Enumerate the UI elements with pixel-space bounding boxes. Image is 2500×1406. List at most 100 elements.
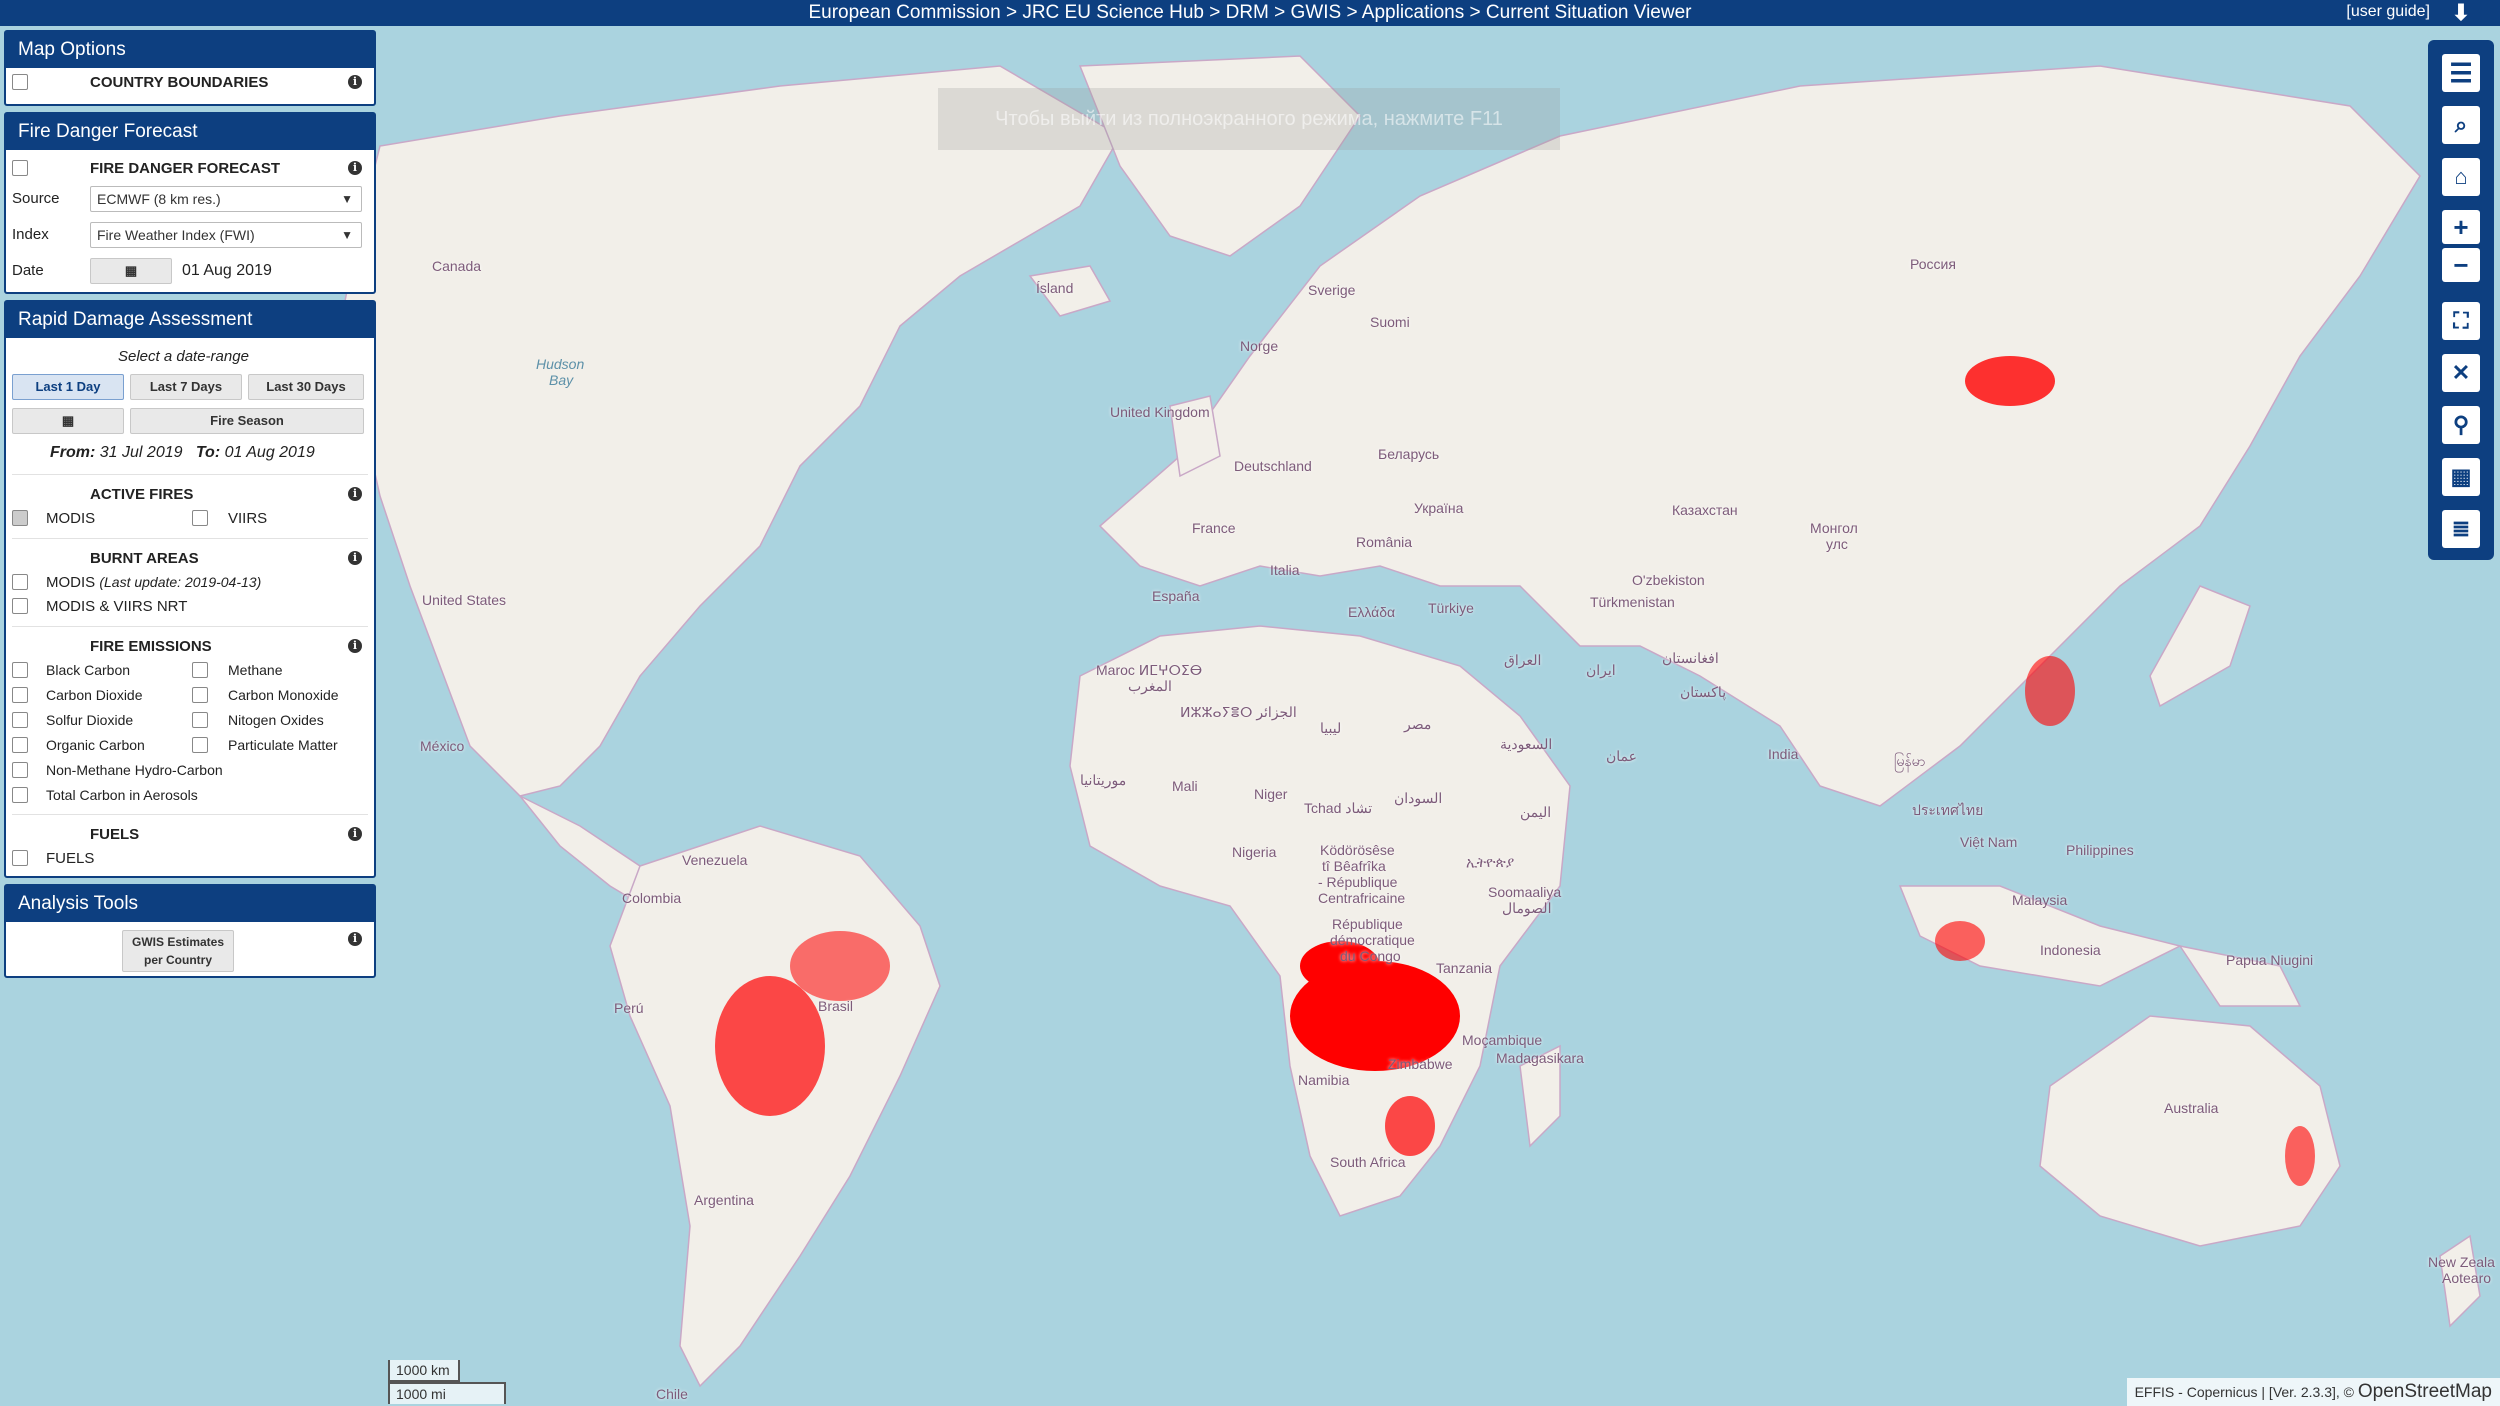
- label-india: India: [1768, 746, 1799, 762]
- zoom-in-icon[interactable]: +: [2442, 210, 2480, 244]
- date-range-picker-button[interactable]: ▦: [12, 408, 124, 434]
- label-united-states: United States: [422, 592, 507, 608]
- search-icon[interactable]: ⌕: [2442, 106, 2480, 144]
- fullscreen-exit-hint: Чтобы выйти из полноэкранного режима, на…: [938, 88, 1560, 150]
- label-mauritania: موريتانيا: [1080, 772, 1127, 788]
- menu-icon[interactable]: ☰: [2442, 54, 2480, 92]
- map-options-title[interactable]: Map Options: [6, 32, 374, 68]
- carbon-dioxide-checkbox[interactable]: [12, 687, 28, 703]
- label-uzbekistan: O'zbekiston: [1632, 572, 1705, 588]
- zoom-out-icon[interactable]: −: [2442, 248, 2480, 282]
- tca-checkbox[interactable]: [12, 787, 28, 803]
- grid-icon[interactable]: ▦: [2442, 458, 2480, 496]
- label-car-4: Centrafricaine: [1318, 890, 1406, 906]
- analysis-tools-panel: Analysis Tools GWIS Estimates per Countr…: [4, 884, 376, 978]
- download-arrow-icon[interactable]: ⬇: [2446, 0, 2476, 26]
- last-7-days-button[interactable]: Last 7 Days: [130, 374, 242, 400]
- label-yemen: اليمن: [1520, 804, 1552, 820]
- label-morocco-2: المغرب: [1128, 678, 1172, 694]
- breadcrumb[interactable]: European Commission > JRC EU Science Hub…: [0, 2, 2500, 24]
- label-ellada: Ελλάδα: [1348, 604, 1396, 620]
- tca-label: Total Carbon in Aerosols: [46, 787, 198, 803]
- fire-cluster-china: [2025, 656, 2075, 726]
- scale-km: 1000 km: [388, 1360, 460, 1382]
- top-bar: European Commission > JRC EU Science Hub…: [0, 0, 2500, 26]
- label-kazakhstan: Казахстан: [1672, 502, 1738, 518]
- label-norge: Norge: [1240, 338, 1279, 354]
- analysis-tools-title[interactable]: Analysis Tools: [6, 886, 374, 922]
- date-range-text: From: 31 Jul 2019 To: 01 Aug 2019: [50, 444, 315, 462]
- fire-season-button[interactable]: Fire Season: [130, 408, 364, 434]
- info-icon[interactable]: i: [348, 487, 362, 501]
- fire-cluster-australia: [2285, 1126, 2315, 1186]
- burnt-modis-label: MODIS (Last update: 2019-04-13): [46, 574, 261, 591]
- organic-carbon-checkbox[interactable]: [12, 737, 28, 753]
- info-icon[interactable]: i: [348, 827, 362, 841]
- label-zimbabwe: Zimbabwe: [1388, 1056, 1453, 1072]
- label-nz-2: Aotearo: [2442, 1270, 2492, 1286]
- nitogen-oxides-checkbox[interactable]: [192, 712, 208, 728]
- info-icon[interactable]: i: [348, 161, 362, 175]
- label-drc-2: démocratique: [1330, 932, 1415, 948]
- fullscreen-icon[interactable]: ⛶: [2442, 302, 2480, 340]
- solfur-dioxide-checkbox[interactable]: [12, 712, 28, 728]
- divider: [12, 626, 368, 627]
- methane-label: Methane: [228, 662, 283, 678]
- label-belarus: Беларусь: [1378, 446, 1440, 462]
- info-icon[interactable]: i: [348, 551, 362, 565]
- last-30-days-button[interactable]: Last 30 Days: [248, 374, 364, 400]
- viirs-checkbox[interactable]: [192, 510, 208, 526]
- fuels-checkbox[interactable]: [12, 850, 28, 866]
- extent-icon[interactable]: ✕: [2442, 354, 2480, 392]
- fire-cluster-indonesia: [1935, 921, 1985, 961]
- burnt-modis-text: MODIS: [46, 574, 96, 591]
- black-carbon-label: Black Carbon: [46, 662, 131, 678]
- fire-danger-title[interactable]: Fire Danger Forecast: [6, 114, 374, 150]
- map-options-panel: Map Options COUNTRY BOUNDARIES i: [4, 30, 376, 106]
- to-label: To:: [195, 444, 221, 461]
- home-icon[interactable]: ⌂: [2442, 158, 2480, 196]
- label-italia: Italia: [1270, 562, 1300, 578]
- fire-danger-checkbox[interactable]: [12, 160, 28, 176]
- label-tchad: Tchad تشاد: [1304, 800, 1373, 816]
- active-fires-header: ACTIVE FIRES: [90, 486, 194, 503]
- label-mozambique: Moçambique: [1462, 1032, 1543, 1048]
- date-picker-button[interactable]: ▦: [90, 258, 172, 284]
- last-1-day-button[interactable]: Last 1 Day: [12, 374, 124, 400]
- rapid-damage-title[interactable]: Rapid Damage Assessment: [6, 302, 374, 338]
- particulate-matter-label: Particulate Matter: [228, 737, 338, 753]
- nmhc-checkbox[interactable]: [12, 762, 28, 778]
- label-namibia: Namibia: [1298, 1072, 1350, 1088]
- index-value: Fire Weather Index (FWI): [97, 227, 255, 243]
- label-myanmar: မြန်မာ: [1894, 753, 1926, 769]
- date-range-subtitle: Select a date-range: [118, 348, 249, 365]
- methane-checkbox[interactable]: [192, 662, 208, 678]
- label-sverige: Sverige: [1308, 282, 1356, 298]
- label-deutschland: Deutschland: [1234, 458, 1312, 474]
- burnt-modis-viirs-checkbox[interactable]: [12, 598, 28, 614]
- info-icon[interactable]: i: [348, 75, 362, 89]
- label-russia: Россия: [1910, 256, 1956, 272]
- label-somalia-1: Soomaaliya: [1488, 884, 1562, 900]
- label-mongolia-1: Монгол: [1810, 520, 1858, 536]
- particulate-matter-checkbox[interactable]: [192, 737, 208, 753]
- location-pin-icon[interactable]: ⚲: [2442, 406, 2480, 444]
- index-select[interactable]: Fire Weather Index (FWI) ▼: [90, 222, 362, 248]
- carbon-monoxide-checkbox[interactable]: [192, 687, 208, 703]
- black-carbon-checkbox[interactable]: [12, 662, 28, 678]
- osm-link[interactable]: OpenStreetMap: [2358, 1381, 2492, 1402]
- source-select[interactable]: ECMWF (8 km res.) ▼: [90, 186, 362, 212]
- info-icon[interactable]: i: [348, 932, 362, 946]
- country-boundaries-checkbox[interactable]: [12, 74, 28, 90]
- to-value: 01 Aug 2019: [224, 444, 315, 461]
- label-egypt: مصر: [1404, 716, 1432, 732]
- info-icon[interactable]: i: [348, 639, 362, 653]
- modis-active-checkbox[interactable]: [12, 510, 28, 526]
- map-toolbar: ☰ ⌕ ⌂ + − ⛶ ✕ ⚲ ▦ ≣: [2428, 40, 2494, 560]
- gwis-estimates-button[interactable]: GWIS Estimates per Country: [122, 930, 234, 972]
- burnt-modis-checkbox[interactable]: [12, 574, 28, 590]
- user-guide-link[interactable]: [user guide]: [2346, 3, 2430, 21]
- label-mongolia-2: улс: [1826, 536, 1848, 552]
- list-icon[interactable]: ≣: [2442, 510, 2480, 548]
- date-value: 01 Aug 2019: [182, 262, 272, 279]
